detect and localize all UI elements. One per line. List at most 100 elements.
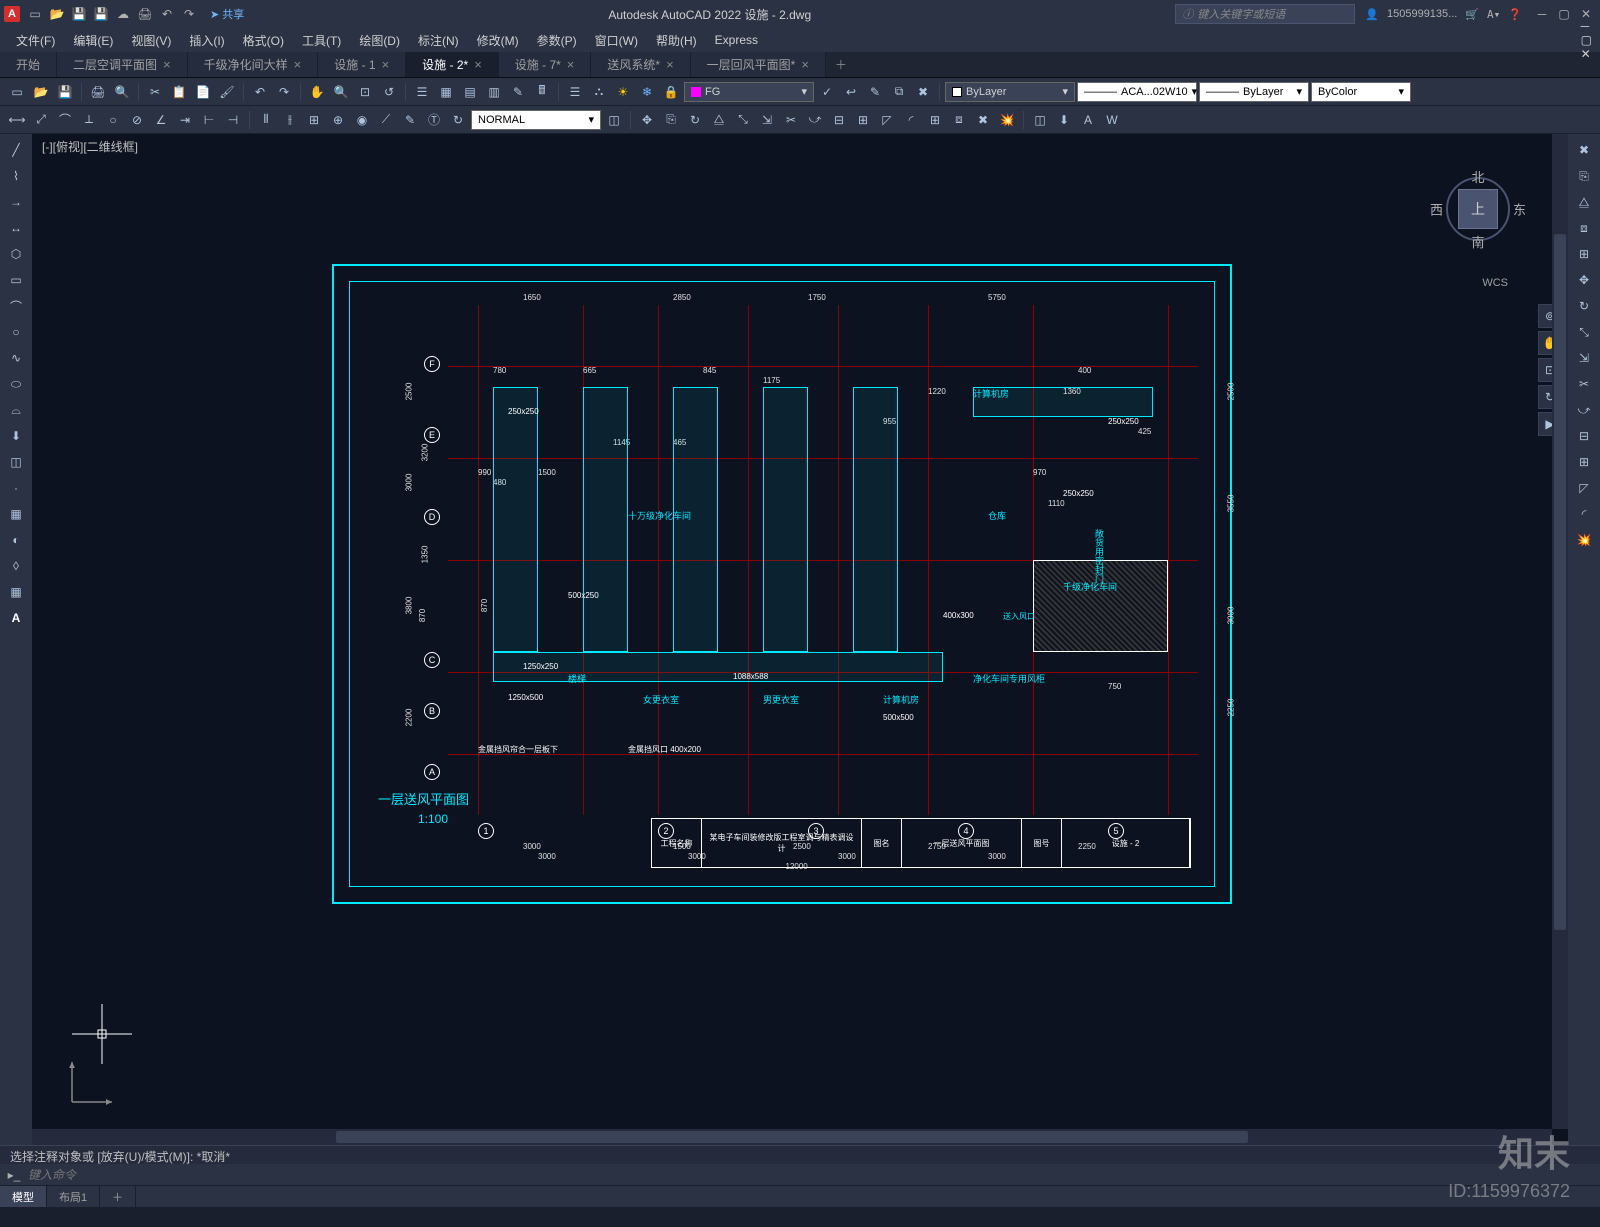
style-dropdown[interactable]: NORMAL ▾ [471, 110, 601, 130]
viewcube-north[interactable]: 北 [1471, 167, 1484, 186]
explode-icon[interactable]: 💥 [996, 109, 1018, 131]
dim-ordinate-icon[interactable]: ⟂ [78, 109, 100, 131]
save-icon[interactable]: 💾 [54, 81, 76, 103]
break-icon[interactable]: ⊟ [828, 109, 850, 131]
viewcube-east[interactable]: 东 [1513, 200, 1526, 219]
rotate-icon[interactable]: ↻ [684, 109, 706, 131]
cart-icon[interactable]: 🛒 [1465, 8, 1479, 21]
dim-break-icon[interactable]: ⫲ [279, 109, 301, 131]
attr-icon[interactable]: A [1077, 109, 1099, 131]
break2-icon[interactable]: ⊟ [1572, 424, 1596, 448]
offset-icon[interactable]: ⧈ [948, 109, 970, 131]
model-tab[interactable]: 模型 [0, 1186, 47, 1207]
polygon-icon[interactable]: ⬡ [4, 242, 28, 266]
join-icon[interactable]: ⊞ [852, 109, 874, 131]
point-icon[interactable]: · [4, 476, 28, 500]
minimize-icon[interactable]: ─ [1532, 6, 1552, 22]
circle-icon[interactable]: ○ [4, 320, 28, 344]
close-icon[interactable]: × [163, 57, 171, 72]
fillet-icon[interactable]: ◜ [900, 109, 922, 131]
insert2-icon[interactable]: ⬇ [4, 424, 28, 448]
offset2-icon[interactable]: ⧈ [1572, 216, 1596, 240]
tab-file-1[interactable]: 二层空调平面图× [57, 52, 188, 77]
dim-space-icon[interactable]: ⫴ [255, 109, 277, 131]
rotate2-icon[interactable]: ↻ [1572, 294, 1596, 318]
user-name[interactable]: 1505999135... [1387, 8, 1457, 20]
preview-icon[interactable]: 🔍 [111, 81, 133, 103]
polyline-icon[interactable]: ⌇ [4, 164, 28, 188]
stretch-icon[interactable]: ⇲ [756, 109, 778, 131]
copy3-icon[interactable]: ⎘ [1572, 164, 1596, 188]
close-icon[interactable]: × [294, 57, 302, 72]
close-icon[interactable]: × [474, 57, 482, 72]
menu-dimension[interactable]: 标注(N) [410, 30, 467, 51]
plot-icon[interactable]: 🖨 [87, 81, 109, 103]
markup-icon[interactable]: ✎ [507, 81, 529, 103]
layer-dropdown[interactable]: FG ▾ [684, 82, 814, 102]
line-icon[interactable]: ╱ [4, 138, 28, 162]
rectangle-icon[interactable]: ▭ [4, 268, 28, 292]
menu-express[interactable]: Express [707, 31, 766, 49]
maximize-icon[interactable]: ▢ [1554, 6, 1574, 22]
command-input[interactable] [28, 1168, 1594, 1182]
scale2-icon[interactable]: ⤡ [1572, 320, 1596, 344]
zoom-icon[interactable]: 🔍 [330, 81, 352, 103]
explode2-icon[interactable]: 💥 [1572, 528, 1596, 552]
xline-icon[interactable]: ↔ [4, 216, 28, 240]
dim-edit-icon[interactable]: ✎ [399, 109, 421, 131]
center-mark-icon[interactable]: ⊕ [327, 109, 349, 131]
scrollbar-horizontal[interactable] [32, 1129, 1552, 1145]
chamfer-icon[interactable]: ◸ [876, 109, 898, 131]
close-icon[interactable]: × [567, 57, 575, 72]
lineweight-dropdown[interactable]: ———ByLayer ▾ [1199, 82, 1309, 102]
designcenter-icon[interactable]: ▦ [435, 81, 457, 103]
menu-insert[interactable]: 插入(I) [181, 30, 232, 51]
jog-icon[interactable]: ⟋ [375, 109, 397, 131]
doc-close-icon[interactable]: ✕ [1581, 47, 1592, 61]
trim2-icon[interactable]: ✂ [1572, 372, 1596, 396]
undo-icon[interactable]: ↶ [249, 81, 271, 103]
app-menu-icon[interactable]: A▾ [1487, 8, 1500, 21]
dim-continue-icon[interactable]: ⊣ [222, 109, 244, 131]
dim-diameter-icon[interactable]: ⊘ [126, 109, 148, 131]
canvas[interactable]: [-][俯视][二维线框] 上 北 南 东 西 WCS ⊚ ✋ ⊡ ↻ ▶ 一层… [32, 134, 1568, 1145]
trim-icon[interactable]: ✂ [780, 109, 802, 131]
redo-icon[interactable]: ↷ [273, 81, 295, 103]
tab-start[interactable]: 开始 [0, 52, 57, 77]
table-icon[interactable]: ▦ [4, 580, 28, 604]
move-icon[interactable]: ✥ [636, 109, 658, 131]
quickcalc-icon[interactable]: 🖩 [531, 81, 553, 103]
dim-radius-icon[interactable]: ○ [102, 109, 124, 131]
scale-icon[interactable]: ⤡ [732, 109, 754, 131]
zoom-window-icon[interactable]: ⊡ [354, 81, 376, 103]
copy-icon[interactable]: 📋 [168, 81, 190, 103]
dim-update-icon[interactable]: ↻ [447, 109, 469, 131]
tab-file-6[interactable]: 送风系统*× [591, 52, 690, 77]
menu-tools[interactable]: 工具(T) [294, 30, 349, 51]
fillet2-icon[interactable]: ◜ [1572, 502, 1596, 526]
tab-file-5[interactable]: 设施 - 7*× [499, 52, 592, 77]
open-icon[interactable]: 📂 [30, 81, 52, 103]
mirror-icon[interactable]: ⧋ [708, 109, 730, 131]
close-icon[interactable]: × [801, 57, 809, 72]
tab-file-7[interactable]: 一层回风平面图*× [691, 52, 826, 77]
tab-file-3[interactable]: 设施 - 1× [318, 52, 406, 77]
mtext-icon[interactable]: A [4, 606, 28, 630]
menu-parametric[interactable]: 参数(P) [529, 30, 585, 51]
menu-file[interactable]: 文件(F) [8, 30, 63, 51]
layer-tool-icon[interactable]: ✓ [816, 81, 838, 103]
add-layout-button[interactable]: ＋ [100, 1186, 136, 1207]
viewport-label[interactable]: [-][俯视][二维线框] [42, 138, 138, 155]
dim-arc-icon[interactable]: ⌒ [54, 109, 76, 131]
dim-aligned-icon[interactable]: ⤢ [30, 109, 52, 131]
pan-icon[interactable]: ✋ [306, 81, 328, 103]
dim-linear-icon[interactable]: ⟷ [6, 109, 28, 131]
dim-baseline-icon[interactable]: ⊢ [198, 109, 220, 131]
dim-quick-icon[interactable]: ⇥ [174, 109, 196, 131]
layer-merge-icon[interactable]: ⧉ [888, 81, 910, 103]
sun-icon[interactable]: ☀ [612, 81, 634, 103]
command-icon[interactable]: ▸_ [6, 1167, 22, 1183]
menu-view[interactable]: 视图(V) [123, 30, 179, 51]
linetype-dropdown[interactable]: ———ACA...02W10 ▾ [1077, 82, 1197, 102]
zoom-prev-icon[interactable]: ↺ [378, 81, 400, 103]
